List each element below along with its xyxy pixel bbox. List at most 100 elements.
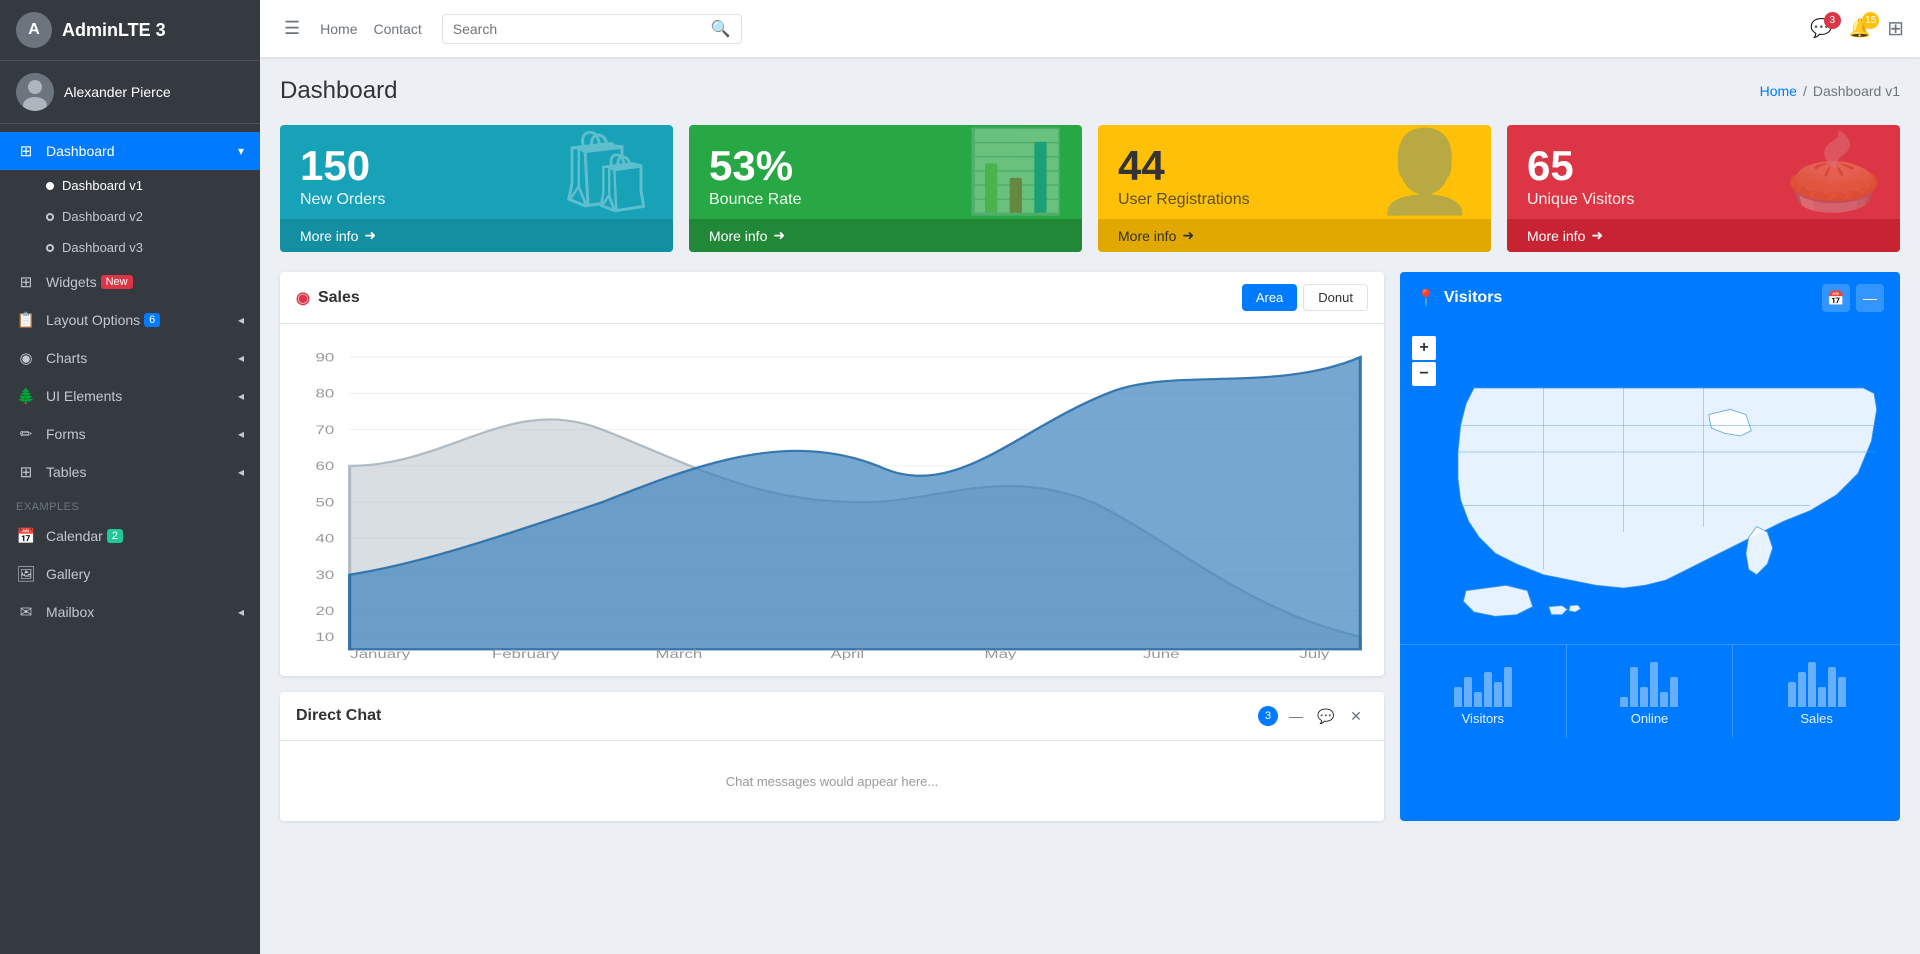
svg-text:20: 20 [316, 606, 335, 619]
notifications-badge: 15 [1862, 12, 1879, 29]
navbar-links: Home Contact [320, 21, 422, 37]
messages-button[interactable]: 💬 3 [1810, 18, 1832, 39]
sidebar-item-gallery[interactable]: 🖼 Gallery [0, 555, 260, 593]
chart-bar [1474, 692, 1482, 707]
sidebar-toggle-button[interactable]: ☰ [276, 14, 308, 43]
svg-text:80: 80 [316, 388, 335, 401]
svg-text:70: 70 [316, 424, 335, 437]
sales-stat-label: Sales [1749, 711, 1884, 726]
notifications-button[interactable]: 🔔 15 [1849, 18, 1871, 39]
visitor-stat-online: Online [1567, 645, 1734, 738]
sidebar-item-widgets[interactable]: ⊞ Widgets New [0, 263, 260, 301]
chevron-left-icon: ◂ [238, 351, 244, 365]
messages-badge: 3 [1824, 12, 1841, 29]
contact-link[interactable]: Contact [374, 21, 422, 37]
sidebar-item-layout[interactable]: 📋 Layout Options 6 ◂ [0, 301, 260, 339]
ui-icon: 🌲 [16, 387, 36, 405]
navbar-right: 💬 3 🔔 15 ⊞ [1810, 16, 1904, 41]
info-boxes: 150 New Orders 🛍 More info ➜ 53% Bounce … [280, 125, 1900, 252]
visitor-stat-visitors: Visitors [1400, 645, 1567, 738]
area-button[interactable]: Area [1242, 284, 1297, 311]
svg-text:May: May [985, 648, 1018, 660]
shopping-bag-icon: 🛍 [555, 132, 657, 212]
bar-chart-icon: 📊 [966, 132, 1066, 212]
chat-bubble-button[interactable]: 💬 [1314, 704, 1338, 728]
apps-button[interactable]: ⊞ [1887, 16, 1904, 41]
tables-icon: ⊞ [16, 463, 36, 481]
home-link[interactable]: Home [320, 21, 357, 37]
content-wrapper: Dashboard Home / Dashboard v1 150 New Or… [260, 57, 1920, 954]
chart-bar [1494, 682, 1502, 707]
registrations-more-info[interactable]: More info ➜ [1098, 219, 1491, 252]
navbar: ☰ Home Contact 🔍 💬 3 🔔 15 ⊞ [260, 0, 1920, 57]
visitors-mini-chart [1416, 657, 1550, 707]
new-badge: New [101, 275, 133, 289]
dot-icon [46, 182, 54, 190]
sidebar-nav: ⊞ Dashboard ▾ Dashboard v1 Dashboard v2 … [0, 124, 260, 954]
usa-map: .usa-map path { fill: white; stroke: #4a… [1410, 334, 1890, 634]
sidebar-item-dashboard[interactable]: ⊞ Dashboard ▾ [0, 132, 260, 170]
info-box-registrations: 44 User Registrations 👤 More info ➜ [1098, 125, 1491, 252]
gallery-icon: 🖼 [16, 565, 36, 583]
chart-bar [1670, 677, 1678, 707]
bounce-more-info[interactable]: More info ➜ [689, 219, 1082, 252]
zoom-out-button[interactable]: − [1412, 362, 1436, 386]
sidebar-item-dashboard-v3[interactable]: Dashboard v3 [0, 232, 260, 263]
direct-chat-header: Direct Chat 3 — 💬 ✕ [280, 692, 1384, 741]
chart-bar [1484, 672, 1492, 707]
sidebar-item-dashboard-v1[interactable]: Dashboard v1 [0, 170, 260, 201]
arrow-right-icon: ➜ [1182, 227, 1194, 244]
search-box[interactable]: 🔍 [442, 14, 742, 44]
info-box-bounce: 53% Bounce Rate 📊 More info ➜ [689, 125, 1082, 252]
arrow-right-icon: ➜ [364, 227, 376, 244]
arrow-right-icon: ➜ [773, 227, 785, 244]
chart-bar [1838, 677, 1846, 707]
widgets-icon: ⊞ [16, 273, 36, 291]
search-input[interactable] [453, 21, 705, 37]
svg-text:30: 30 [316, 569, 335, 582]
breadcrumb-home[interactable]: Home [1760, 83, 1797, 99]
calendar-button[interactable]: 📅 [1822, 284, 1850, 312]
minimize-button[interactable]: — [1284, 704, 1308, 728]
user-panel: Alexander Pierce [0, 61, 260, 124]
orders-more-info[interactable]: More info ➜ [280, 219, 673, 252]
sidebar-item-charts[interactable]: ◉ Charts ◂ [0, 339, 260, 377]
svg-text:April: April [830, 648, 864, 660]
sidebar-item-dashboard-v2[interactable]: Dashboard v2 [0, 201, 260, 232]
chart-bar [1464, 677, 1472, 707]
minimize-button[interactable]: — [1856, 284, 1884, 312]
visitors-more-info[interactable]: More info ➜ [1507, 219, 1900, 252]
zoom-in-button[interactable]: + [1412, 336, 1436, 360]
breadcrumb: Home / Dashboard v1 [1760, 83, 1900, 99]
chart-bar [1818, 687, 1826, 707]
svg-text:July: July [1299, 648, 1330, 660]
map-zoom-controls: + − [1412, 336, 1436, 386]
sidebar-item-ui-elements[interactable]: 🌲 UI Elements ◂ [0, 377, 260, 415]
dashboard-icon: ⊞ [16, 142, 36, 160]
svg-text:June: June [1143, 648, 1180, 660]
map-container: + − .usa-map path { fill: white; stroke:… [1400, 324, 1900, 644]
sales-chart: 90 80 70 60 50 40 30 20 10 [296, 340, 1368, 660]
location-pin-icon: 📍 [1416, 288, 1436, 308]
online-mini-chart [1583, 657, 1717, 707]
mailbox-icon: ✉ [16, 603, 36, 621]
online-stat-label: Online [1583, 711, 1717, 726]
chevron-left-icon: ◂ [238, 465, 244, 479]
main-wrapper: ☰ Home Contact 🔍 💬 3 🔔 15 ⊞ Dashboard H [260, 0, 1920, 954]
sidebar-item-forms[interactable]: ✏ Forms ◂ [0, 415, 260, 453]
pie-chart-icon: ◉ [296, 288, 310, 308]
donut-button[interactable]: Donut [1303, 284, 1368, 311]
info-box-visitors-content: 65 Unique Visitors 🥧 [1507, 125, 1900, 219]
svg-text:March: March [655, 648, 702, 660]
visitors-stats: Visitors Online [1400, 644, 1900, 738]
sidebar-item-tables[interactable]: ⊞ Tables ◂ [0, 453, 260, 491]
sidebar-item-calendar[interactable]: 📅 Calendar 2 [0, 517, 260, 555]
svg-text:50: 50 [316, 497, 335, 510]
chart-container: 90 80 70 60 50 40 30 20 10 [296, 340, 1368, 660]
chevron-left-icon: ◂ [238, 389, 244, 403]
chart-bar [1454, 687, 1462, 707]
close-button[interactable]: ✕ [1344, 704, 1368, 728]
page-title: Dashboard [280, 77, 397, 105]
chart-bar [1650, 662, 1658, 707]
sidebar-item-mailbox[interactable]: ✉ Mailbox ◂ [0, 593, 260, 631]
